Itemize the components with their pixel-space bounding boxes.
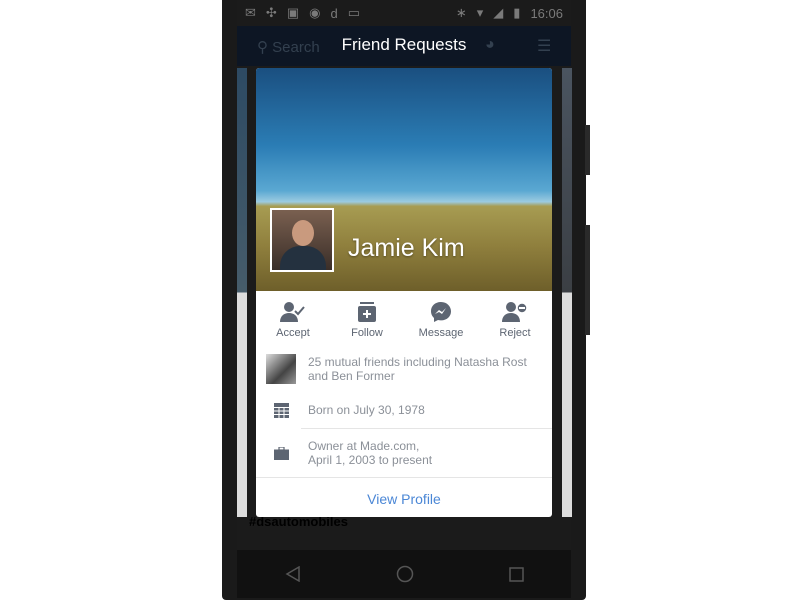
- follow-label: Follow: [351, 327, 383, 339]
- power-button: [585, 225, 590, 335]
- reject-friend-icon: [502, 302, 528, 322]
- profile-name: Jamie Kim: [348, 234, 465, 262]
- cover-photo: Jamie Kim: [256, 68, 552, 291]
- accept-friend-icon: [280, 302, 305, 322]
- mutual-friends-row[interactable]: 25 mutual friends including Natasha Rost…: [256, 350, 552, 388]
- reject-label: Reject: [499, 327, 531, 339]
- message-button[interactable]: Message: [404, 291, 478, 350]
- birthday-text: Born on July 30, 1978: [308, 403, 425, 417]
- volume-button: [585, 125, 590, 175]
- d-app-icon: d: [330, 5, 338, 21]
- birthday-row: Born on July 30, 1978: [256, 392, 552, 428]
- work-dates: April 1, 2003 to present: [308, 453, 433, 467]
- mutual-friends-text: 25 mutual friends including Natasha Rost: [308, 355, 527, 369]
- accept-label: Accept: [276, 327, 310, 339]
- recents-icon[interactable]: [508, 566, 524, 582]
- next-card-peek[interactable]: [562, 68, 572, 517]
- prev-card-peek[interactable]: [237, 68, 247, 517]
- action-bar: Accept Follow Message Reject: [256, 291, 552, 350]
- briefcase-icon: [273, 446, 289, 460]
- friend-requests-icon[interactable]: ☰: [537, 36, 551, 56]
- app-bar: ⚲ Search Friend Requests ◕ ☰: [237, 26, 571, 66]
- messenger-icon[interactable]: ◕: [485, 36, 495, 54]
- gmail-icon: ✉: [245, 5, 256, 20]
- signal-icon: ◢: [493, 5, 504, 20]
- back-icon[interactable]: [285, 566, 301, 582]
- wifi-icon: ▾: [476, 5, 484, 20]
- gallery-icon: ▭: [347, 5, 360, 20]
- pinwheel-icon: ✣: [265, 5, 277, 20]
- follow-button[interactable]: Follow: [330, 291, 404, 350]
- battery-icon: ▮: [513, 5, 521, 20]
- app-icon: ▣: [286, 5, 300, 20]
- mutual-friend-thumbnail: [266, 354, 296, 384]
- view-profile-link[interactable]: View Profile: [256, 478, 552, 507]
- clock: 16:06: [530, 5, 563, 21]
- follow-icon: [358, 302, 376, 322]
- bluetooth-icon: ∗: [455, 5, 467, 20]
- android-nav-bar: [237, 550, 571, 598]
- home-icon[interactable]: [396, 565, 414, 583]
- page-title: Friend Requests: [341, 35, 467, 54]
- messenger-icon: [431, 302, 451, 322]
- mutual-friends-text-2: and Ben Former: [308, 369, 395, 383]
- calendar-icon: [273, 402, 289, 418]
- work-text: Owner at Made.com,: [308, 439, 420, 453]
- message-label: Message: [418, 327, 464, 339]
- friend-request-card: Jamie Kim Accept Follow Message Reject 2…: [256, 68, 552, 517]
- accept-button[interactable]: Accept: [256, 291, 330, 350]
- reject-button[interactable]: Reject: [478, 291, 552, 350]
- status-bar: ✉ ✣ ▣ ◉ d ▭ ∗ ▾ ◢ ▮ 16:06: [237, 0, 571, 26]
- spotify-icon: ◉: [309, 5, 321, 20]
- work-row: Owner at Made.com, April 1, 2003 to prese…: [256, 429, 552, 477]
- avatar[interactable]: [270, 208, 334, 272]
